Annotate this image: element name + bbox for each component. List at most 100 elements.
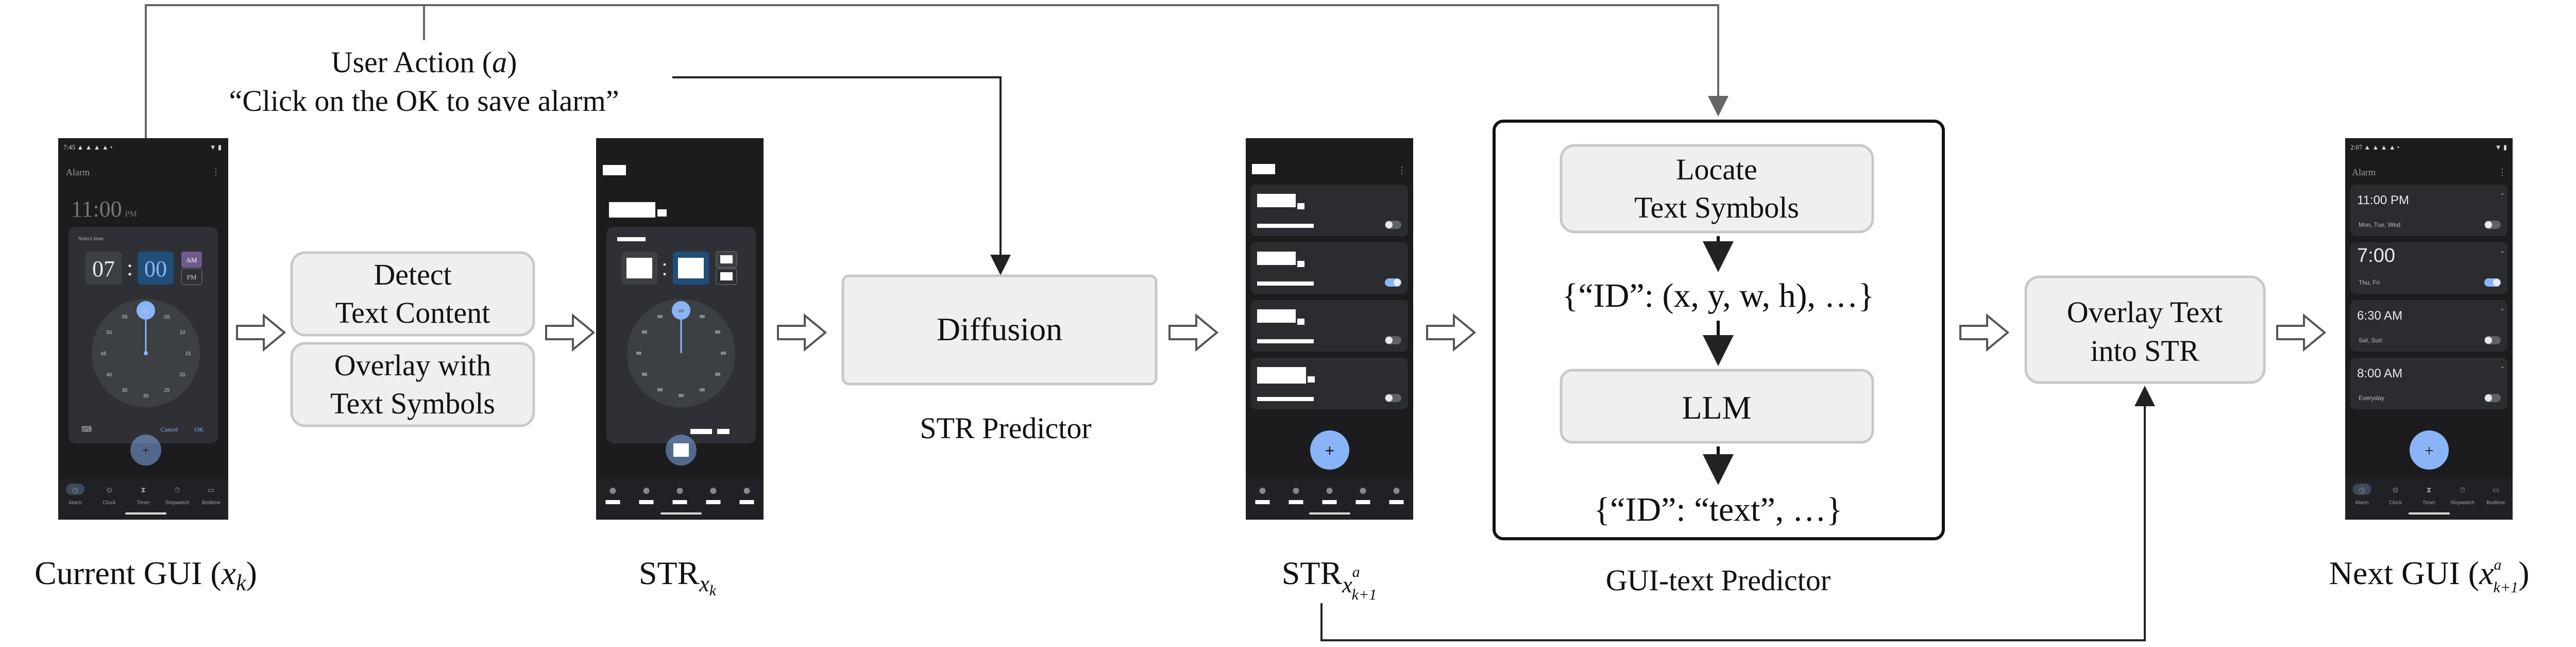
- nav-icon[interactable]: ◷: [72, 486, 78, 494]
- nav-label[interactable]: Bedtime: [202, 500, 221, 506]
- caption-str-k: STRxk: [639, 555, 717, 599]
- nav-label[interactable]: Timer: [2422, 500, 2436, 506]
- keyboard-icon[interactable]: ⌨: [81, 426, 92, 434]
- str-predictor-caption: STR Predictor: [920, 411, 1091, 445]
- overlay-line1: Overlay with: [334, 349, 491, 382]
- nav-icon[interactable]: ▭: [2493, 486, 2499, 494]
- alarm-card[interactable]: [2350, 185, 2507, 236]
- more-icon: ⋮: [2498, 167, 2507, 177]
- svg-text:⌄: ⌄: [2500, 247, 2505, 254]
- str-symbol: [657, 209, 667, 217]
- user-action-quote: “Click on the OK to save alarm”: [229, 84, 619, 118]
- nav-icon[interactable]: ⊙: [106, 486, 112, 494]
- clock-number[interactable]: 20: [179, 372, 185, 378]
- locate-line1: Locate: [1676, 153, 1757, 186]
- nav-icon[interactable]: ⊙: [2393, 486, 2399, 494]
- alarm-time: 11:00 PM: [2357, 193, 2409, 207]
- nav-icon[interactable]: ⏱: [175, 486, 180, 494]
- svg-text:⌄: ⌄: [2500, 305, 2505, 312]
- str-predictor: Diffusion STR Predictor: [841, 274, 1158, 445]
- gui-text-predictor: Locate Text Symbols {“ID”: (x, y, w, h),…: [1493, 120, 1945, 597]
- hollow-arrow: [545, 313, 596, 352]
- phone-str-k: :: [596, 138, 764, 520]
- hour-value: 07: [92, 256, 115, 281]
- cancel-button[interactable]: Cancel: [161, 426, 178, 433]
- clock-number[interactable]: 55: [122, 314, 128, 320]
- nav-icon[interactable]: ▭: [208, 486, 214, 494]
- alarm-days: Mon, Tue, Wed: [2359, 221, 2400, 228]
- add-icon: +: [142, 443, 150, 458]
- status-bar-time: 7:45 ▲ ▲ ▲ ▲ •: [63, 143, 112, 151]
- add-icon: +: [2425, 441, 2434, 460]
- dialog-title: Select time: [78, 236, 104, 242]
- user-action-title: User Action (a): [331, 45, 517, 79]
- home-indicator: [125, 512, 166, 515]
- str-symbol: [609, 202, 655, 218]
- nav-label[interactable]: Clock: [103, 500, 116, 506]
- phone-next-gui: 2:07 ▲ ▲ ▲ ▲ • ▼ ▮ Alarm ⋮ 11:00 PM Mon, …: [2345, 138, 2513, 520]
- clock-number[interactable]: 45: [100, 351, 107, 357]
- caption-next-gui: Next GUI (xa k+1): [2329, 555, 2530, 596]
- alarm-time: 8:00 AM: [2357, 367, 2402, 380]
- ok-button[interactable]: OK: [195, 426, 204, 433]
- str-symbol: [617, 237, 646, 241]
- clock-number[interactable]: 25: [164, 388, 170, 393]
- alarm-days: Everyday: [2359, 394, 2384, 402]
- time-colon: :: [127, 255, 133, 280]
- caption-str-k1: STRxa k+1: [1282, 555, 1377, 603]
- home-indicator: [2409, 512, 2450, 515]
- preprocess-steps: Detect Text Content Overlay with Text Sy…: [290, 251, 535, 427]
- clock-number[interactable]: 10: [179, 330, 185, 336]
- str-symbol: [717, 429, 730, 434]
- str-symbol: [690, 429, 712, 434]
- nav-label[interactable]: Alarm: [2355, 500, 2368, 506]
- llm-label: LLM: [1682, 389, 1751, 426]
- clock-number[interactable]: 35: [122, 388, 128, 393]
- nav-label[interactable]: Alarm: [69, 500, 82, 506]
- str-symbol: [626, 258, 652, 278]
- alarm-card[interactable]: [2350, 358, 2507, 409]
- phone-current-gui: 7:45 ▲ ▲ ▲ ▲ • ▼ ▮ Alarm ⋮ 11:00 PM Selec…: [58, 138, 228, 520]
- status-bar-time: 2:07 ▲ ▲ ▲ ▲ •: [2350, 143, 2399, 151]
- nav-label[interactable]: Timer: [137, 500, 150, 506]
- hollow-arrow: [1426, 313, 1477, 352]
- nav-icon[interactable]: ⏱: [2460, 486, 2465, 494]
- str-symbol: [678, 258, 704, 278]
- svg-text:+: +: [1325, 441, 1335, 460]
- detect-line2: Text Content: [335, 296, 490, 329]
- nav-label[interactable]: Bedtime: [2486, 500, 2505, 506]
- clock-number[interactable]: 30: [143, 393, 149, 399]
- overlay-text-line1: Overlay Text: [2067, 295, 2223, 329]
- clock-number[interactable]: 15: [185, 351, 191, 357]
- clock-number[interactable]: 00: [143, 309, 149, 314]
- str-symbol: [603, 165, 626, 175]
- minute-value: 00: [144, 256, 167, 281]
- app-title: Alarm: [2352, 167, 2376, 177]
- svg-text:⌄: ⌄: [2500, 189, 2505, 196]
- nav-label[interactable]: Stopwatch: [2450, 500, 2475, 506]
- str-symbol: [720, 255, 733, 263]
- diffusion-label: Diffusion: [937, 311, 1062, 347]
- text-json: {“ID”: “text”, …}: [1594, 491, 1843, 528]
- detect-line1: Detect: [374, 258, 451, 291]
- alarm-days: Sat, Sun: [2359, 337, 2382, 344]
- nav-label[interactable]: Stopwatch: [165, 500, 190, 506]
- nav-label[interactable]: Clock: [2389, 500, 2402, 506]
- alarm-card[interactable]: [2350, 300, 2507, 352]
- nav-icon[interactable]: ◷: [2359, 486, 2365, 494]
- svg-text:⌄: ⌄: [2500, 362, 2505, 370]
- diagram-canvas: User Action (a) “Click on the OK to save…: [35, 4, 2530, 641]
- alarm-days: Thu, Fri: [2359, 279, 2380, 286]
- am-label: AM: [187, 256, 197, 264]
- svg-text::: :: [662, 255, 668, 280]
- nav-icon[interactable]: ⧗: [141, 486, 146, 494]
- overlay-text-line2: into STR: [2090, 334, 2199, 368]
- clock-number[interactable]: 40: [106, 372, 112, 378]
- clock-center: [144, 351, 148, 355]
- nav-icon[interactable]: ⧗: [2427, 486, 2432, 494]
- clock-number[interactable]: 50: [106, 330, 112, 336]
- pm-label: PM: [187, 273, 197, 281]
- locate-line2: Text Symbols: [1634, 191, 1799, 224]
- alarm-time: 7:00: [2357, 245, 2395, 267]
- clock-number[interactable]: 05: [164, 314, 170, 320]
